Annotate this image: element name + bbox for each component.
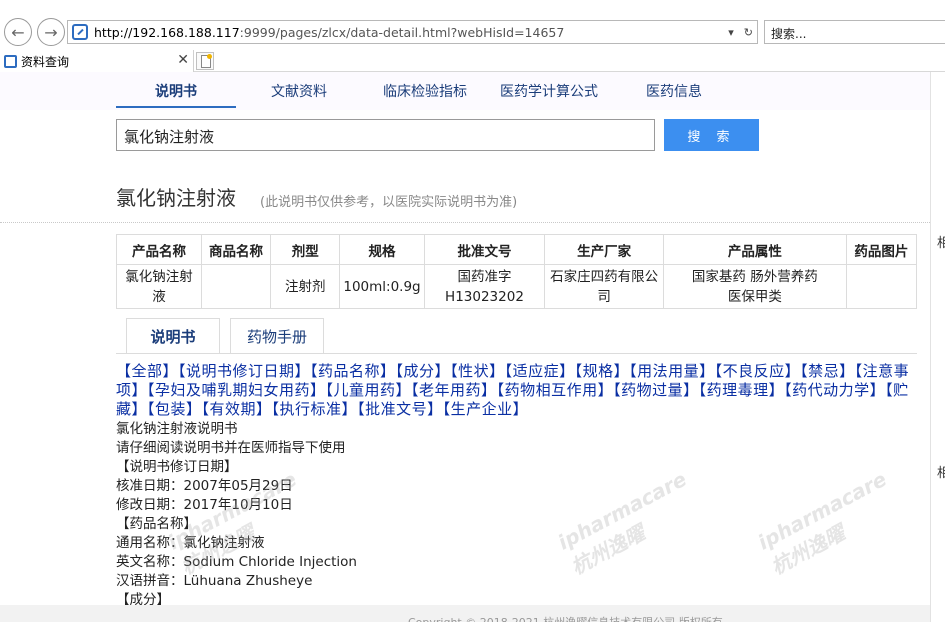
section-link[interactable]: 【禁忌】 [800, 362, 855, 380]
section-link[interactable]: 【老年用药】 [411, 381, 497, 399]
content-line: 【说明书修订日期】 [116, 459, 238, 475]
table-header: 批准文号 [423, 234, 546, 265]
table-header: 产品属性 [662, 234, 847, 265]
table-header-row: 产品名称 商品名称 剂型 规格 批准文号 生产厂家 产品属性 药品图片 [116, 234, 918, 265]
content-line: 核准日期：2007年05月29日 [116, 478, 293, 494]
table-header: 规格 [339, 234, 425, 265]
page-link-icon [72, 24, 88, 40]
drug-title: 氯化钠注射液 [116, 186, 236, 210]
section-link[interactable]: 【药代动力学】 [784, 381, 885, 399]
edge-text: 相 [937, 236, 945, 251]
section-link[interactable]: 【不良反应】 [715, 362, 801, 380]
content-line: 请仔细阅读说明书并在医师指导下使用 [116, 440, 346, 456]
section-link[interactable]: 【执行标准】 [272, 400, 358, 418]
table-row: 氯化钠注射液 注射剂 100ml:0.9g 国药准字H13023202 石家庄四… [116, 264, 918, 309]
tab-favicon-icon [4, 54, 17, 68]
close-icon[interactable]: ✕ [177, 52, 189, 68]
arrow-right-icon: → [44, 22, 58, 42]
table-cell [200, 264, 272, 309]
table-header: 药品图片 [845, 234, 918, 265]
table-cell: 国药准字H13023202 [423, 264, 546, 309]
url-field[interactable]: http://192.168.188.117:9999/pages/zlcx/d… [67, 20, 758, 44]
section-link[interactable]: 【药物相互作用】 [497, 381, 614, 399]
table-header: 生产厂家 [544, 234, 664, 265]
dropdown-icon[interactable]: ▾ [728, 26, 734, 39]
tab-title: 资料查询 [21, 54, 70, 69]
table-cell-image [845, 264, 918, 309]
section-link[interactable]: 【儿童用药】 [326, 381, 412, 399]
section-link[interactable]: 【性状】 [450, 362, 505, 380]
section-link[interactable]: 【用法用量】 [629, 362, 715, 380]
footer: Copyright © 2018-2021 杭州逸曜信息技术有限公司 版权所有 [0, 605, 930, 622]
tab-divider [116, 353, 917, 354]
section-link[interactable]: 【说明书修订日期】 [178, 362, 310, 380]
nav-item-instructions[interactable]: 说明书 [155, 81, 197, 101]
url-text: http://192.168.188.117:9999/pages/zlcx/d… [94, 24, 565, 40]
table-cell: 国家基药 肠外营养药 医保甲类 [662, 264, 847, 309]
table-cell: 注射剂 [270, 264, 341, 309]
page-scrollbar[interactable] [930, 72, 945, 622]
drug-note: (此说明书仅供参考，以医院实际说明书为准) [260, 195, 518, 210]
footer-text: Copyright © 2018-2021 杭州逸曜信息技术有限公司 版权所有 [408, 614, 723, 622]
tab-drug-manual[interactable]: 药物手册 [230, 318, 324, 354]
table-header: 产品名称 [116, 234, 202, 265]
page-content: 说明书 文献资料 临床检验指标 医药学计算公式 医药信息 氯化钠注射液 搜 索 … [0, 72, 945, 622]
browser-search-input[interactable]: 搜索... [764, 20, 945, 44]
section-links: 【全部】【说明书修订日期】【药品名称】【成分】【性状】【适应症】【规格】【用法用… [116, 362, 918, 419]
section-link[interactable]: 【孕妇及哺乳期妇女用药】 [147, 381, 326, 399]
section-link[interactable]: 【生产企业】 [443, 400, 529, 418]
section-link[interactable]: 【包装】 [147, 400, 202, 418]
arrow-left-icon: ← [11, 22, 25, 42]
table-cell: 氯化钠注射液 [116, 264, 202, 309]
section-link[interactable]: 【适应症】 [505, 362, 575, 380]
divider [0, 222, 930, 223]
section-link[interactable]: 【药物过量】 [613, 381, 699, 399]
table-cell: 石家庄四药有限公司 [544, 264, 664, 309]
nav-item-formulas[interactable]: 医药学计算公式 [500, 81, 598, 101]
section-link[interactable]: 【药品名称】 [310, 362, 396, 380]
tab-instructions[interactable]: 说明书 [126, 318, 220, 354]
forward-button[interactable]: → [37, 18, 65, 46]
content-line: 汉语拼音：Lühuana Zhusheye [116, 573, 313, 589]
edge-text: 相 [937, 466, 945, 481]
nav-active-underline [116, 106, 236, 108]
browser-tab-bar: 资料查询 ✕ [0, 50, 945, 72]
section-link[interactable]: 【药理毒理】 [699, 381, 785, 399]
back-button[interactable]: ← [4, 18, 32, 46]
url-controls: ▾ ↻ [728, 21, 753, 43]
section-link[interactable]: 【规格】 [575, 362, 630, 380]
drug-search-input[interactable]: 氯化钠注射液 [116, 119, 655, 151]
browser-tab[interactable]: 资料查询 ✕ [0, 50, 194, 72]
table-cell: 100ml:0.9g [339, 264, 425, 309]
table-header: 剂型 [270, 234, 341, 265]
section-link[interactable]: 【全部】 [116, 362, 178, 380]
refresh-icon[interactable]: ↻ [744, 26, 753, 39]
section-link[interactable]: 【有效期】 [202, 400, 272, 418]
section-link[interactable]: 【成分】 [396, 362, 451, 380]
section-link[interactable]: 【批准文号】 [357, 400, 443, 418]
nav-item-literature[interactable]: 文献资料 [271, 81, 327, 101]
search-button[interactable]: 搜 索 [664, 119, 759, 151]
browser-address-bar: ← → http://192.168.188.117:9999/pages/zl… [0, 16, 945, 50]
new-tab-button[interactable] [196, 52, 214, 70]
top-navigation: 说明书 文献资料 临床检验指标 医药学计算公式 医药信息 [0, 72, 930, 110]
content-line: 氯化钠注射液说明书 [116, 421, 238, 437]
nav-item-pharma-info[interactable]: 医药信息 [646, 81, 702, 101]
nav-item-lab-indicators[interactable]: 临床检验指标 [383, 81, 467, 101]
table-header: 商品名称 [200, 234, 272, 265]
drug-info-table: 产品名称 商品名称 剂型 规格 批准文号 生产厂家 产品属性 药品图片 氯化钠注… [116, 234, 918, 309]
